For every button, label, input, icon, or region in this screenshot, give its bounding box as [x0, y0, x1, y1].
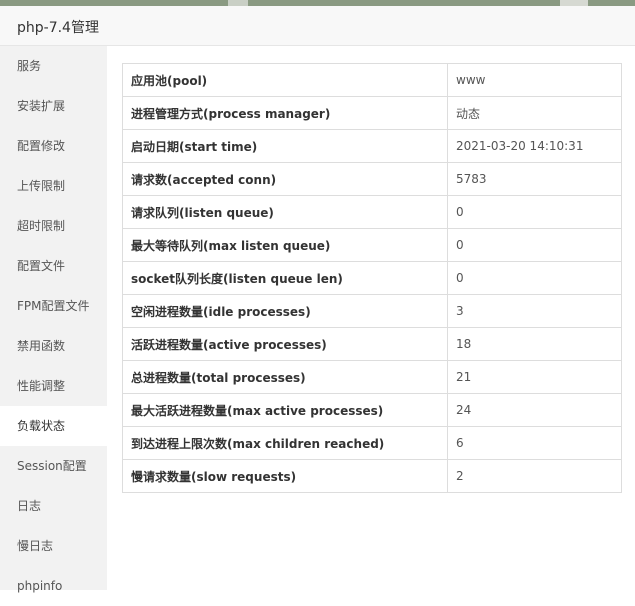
sidebar-item-timeout-limit[interactable]: 超时限制 — [0, 206, 107, 246]
sidebar-item-fpm-config-file[interactable]: FPM配置文件 — [0, 286, 107, 326]
status-value: 5783 — [447, 162, 622, 196]
sidebar-item-install-extensions[interactable]: 安装扩展 — [0, 86, 107, 126]
status-value: 6 — [447, 426, 622, 460]
table-row: 活跃进程数量(active processes) 18 — [122, 327, 622, 361]
php-manager-dialog: php-7.4管理 服务 安装扩展 配置修改 上传限制 超时限制 配置文件 FP… — [0, 6, 635, 593]
status-value: 动态 — [447, 96, 622, 130]
status-value: 21 — [447, 360, 622, 394]
sidebar-item-performance-tuning[interactable]: 性能调整 — [0, 366, 107, 406]
status-value: 0 — [447, 228, 622, 262]
status-key: 进程管理方式(process manager) — [122, 96, 448, 130]
status-key: 应用池(pool) — [122, 63, 448, 97]
status-key: 总进程数量(total processes) — [122, 360, 448, 394]
sidebar-item-slow-log[interactable]: 慢日志 — [0, 526, 107, 566]
status-value: 2021-03-20 14:10:31 — [447, 129, 622, 163]
sidebar-item-config-edit[interactable]: 配置修改 — [0, 126, 107, 166]
fpm-status-table: 应用池(pool) www 进程管理方式(process manager) 动态… — [122, 63, 622, 493]
table-row: 空闲进程数量(idle processes) 3 — [122, 294, 622, 328]
status-key: 最大活跃进程数量(max active processes) — [122, 393, 448, 427]
sidebar-item-logs[interactable]: 日志 — [0, 486, 107, 526]
status-key: 启动日期(start time) — [122, 129, 448, 163]
table-row: 请求数(accepted conn) 5783 — [122, 162, 622, 196]
sidebar-item-phpinfo[interactable]: phpinfo — [0, 566, 107, 606]
status-value: 2 — [447, 459, 622, 493]
table-row: 应用池(pool) www — [122, 63, 622, 97]
table-row: 最大活跃进程数量(max active processes) 24 — [122, 393, 622, 427]
status-key: 活跃进程数量(active processes) — [122, 327, 448, 361]
dialog-title: php-7.4管理 — [17, 20, 99, 36]
table-row: 进程管理方式(process manager) 动态 — [122, 96, 622, 130]
status-key: 慢请求数量(slow requests) — [122, 459, 448, 493]
status-value: 0 — [447, 195, 622, 229]
sidebar-item-disabled-functions[interactable]: 禁用函数 — [0, 326, 107, 366]
status-key: 请求队列(listen queue) — [122, 195, 448, 229]
status-value: 3 — [447, 294, 622, 328]
status-value: 0 — [447, 261, 622, 295]
sidebar-nav: 服务 安装扩展 配置修改 上传限制 超时限制 配置文件 FPM配置文件 禁用函数… — [0, 46, 107, 593]
table-row: 请求队列(listen queue) 0 — [122, 195, 622, 229]
status-value: www — [447, 63, 622, 97]
table-row: 慢请求数量(slow requests) 2 — [122, 459, 622, 493]
dialog-titlebar[interactable]: php-7.4管理 — [0, 6, 635, 46]
status-key: 空闲进程数量(idle processes) — [122, 294, 448, 328]
sidebar-item-upload-limit[interactable]: 上传限制 — [0, 166, 107, 206]
sidebar-item-config-file[interactable]: 配置文件 — [0, 246, 107, 286]
status-value: 18 — [447, 327, 622, 361]
status-key: 到达进程上限次数(max children reached) — [122, 426, 448, 460]
status-key: 请求数(accepted conn) — [122, 162, 448, 196]
table-row: socket队列长度(listen queue len) 0 — [122, 261, 622, 295]
status-key: socket队列长度(listen queue len) — [122, 261, 448, 295]
sidebar-item-service[interactable]: 服务 — [0, 46, 107, 86]
table-row: 启动日期(start time) 2021-03-20 14:10:31 — [122, 129, 622, 163]
sidebar-item-session-config[interactable]: Session配置 — [0, 446, 107, 486]
status-key: 最大等待队列(max listen queue) — [122, 228, 448, 262]
table-row: 总进程数量(total processes) 21 — [122, 360, 622, 394]
load-status-panel: 应用池(pool) www 进程管理方式(process manager) 动态… — [107, 46, 635, 590]
status-value: 24 — [447, 393, 622, 427]
table-row: 到达进程上限次数(max children reached) 6 — [122, 426, 622, 460]
table-row: 最大等待队列(max listen queue) 0 — [122, 228, 622, 262]
sidebar-item-load-status[interactable]: 负载状态 — [0, 406, 107, 446]
